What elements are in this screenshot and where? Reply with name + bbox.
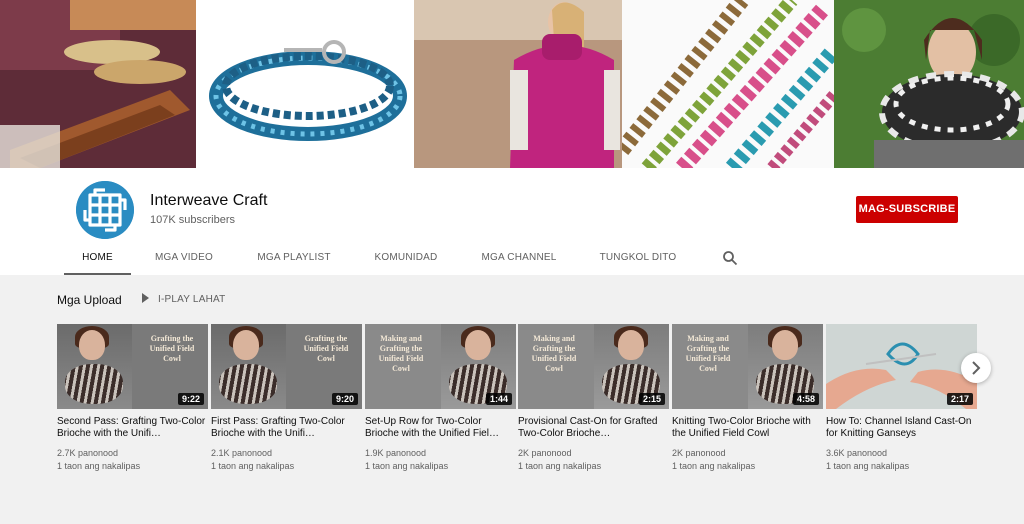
banner-image-beadwork <box>622 0 834 168</box>
video-views: 1.9K panonood <box>365 448 427 458</box>
play-all-button[interactable]: I-PLAY LAHAT <box>142 293 225 305</box>
banner-image-bracelet <box>196 0 414 168</box>
video-title[interactable]: Second Pass: Grafting Two-Color Brioche … <box>57 416 208 440</box>
video-meta: 3.6K panonood 1 taon ang nakalipas <box>826 447 977 473</box>
video-duration: 4:58 <box>792 393 819 405</box>
video-meta: 2K panonood 1 taon ang nakalipas <box>672 447 823 473</box>
thumbnail-text: Making and Grafting the Unified Field Co… <box>531 334 577 373</box>
play-icon <box>142 293 149 303</box>
video-duration: 9:20 <box>331 393 358 405</box>
video-title[interactable]: How To: Channel Island Cast-On for Knitt… <box>826 416 977 440</box>
video-meta: 2.7K panonood 1 taon ang nakalipas <box>57 447 208 473</box>
video-thumbnail[interactable]: Making and Grafting the Unified Field Co… <box>518 324 669 409</box>
weaving-illustration <box>0 0 196 168</box>
channel-banner <box>0 0 1024 168</box>
video-meta: 1.9K panonood 1 taon ang nakalipas <box>365 447 516 473</box>
tab-channels[interactable]: MGA CHANNEL <box>478 240 560 275</box>
chevron-right-icon <box>972 361 981 375</box>
tab-home[interactable]: HOME <box>64 240 131 275</box>
video-thumbnail[interactable]: Grafting the Unified Field Cowl 9:20 <box>211 324 362 409</box>
thumbnail-text: Grafting the Unified Field Cowl <box>149 334 195 363</box>
video-duration: 2:15 <box>638 393 665 405</box>
uploads-section-title[interactable]: Mga Upload <box>57 293 122 307</box>
video-age: 1 taon ang nakalipas <box>57 461 141 471</box>
thumbnail-text: Making and Grafting the Unified Field Co… <box>685 334 731 373</box>
channel-avatar[interactable] <box>76 181 134 239</box>
tab-videos[interactable]: MGA VIDEO <box>148 240 220 275</box>
cowl-illustration <box>834 0 1024 168</box>
video-title[interactable]: Provisional Cast-On for Grafted Two-Colo… <box>518 416 669 440</box>
tab-community[interactable]: KOMUNIDAD <box>370 240 442 275</box>
banner-image-cowl <box>834 0 1024 168</box>
channel-tabs: HOME MGA VIDEO MGA PLAYLIST KOMUNIDAD MG… <box>0 240 1024 275</box>
video-age: 1 taon ang nakalipas <box>518 461 602 471</box>
video-views: 3.6K panonood <box>826 448 888 458</box>
banner-image-weaving <box>0 0 196 168</box>
subscriber-count: 107K subscribers <box>150 214 235 226</box>
video-views: 2K panonood <box>518 448 572 458</box>
video-card[interactable]: Grafting the Unified Field Cowl 9:22 Sec… <box>57 324 208 473</box>
video-age: 1 taon ang nakalipas <box>211 461 295 471</box>
subscribe-button[interactable]: MAG-SUBSCRIBE <box>856 196 958 223</box>
video-views: 2.1K panonood <box>211 448 273 458</box>
video-age: 1 taon ang nakalipas <box>826 461 910 471</box>
video-duration: 1:44 <box>485 393 512 405</box>
video-meta: 2K panonood 1 taon ang nakalipas <box>518 447 669 473</box>
video-title[interactable]: Knitting Two-Color Brioche with the Unif… <box>672 416 823 440</box>
video-thumbnail[interactable]: Making and Grafting the Unified Field Co… <box>365 324 516 409</box>
video-card[interactable]: Making and Grafting the Unified Field Co… <box>518 324 669 473</box>
tab-about[interactable]: TUNGKOL DITO <box>596 240 680 275</box>
video-thumbnail[interactable]: 2:17 <box>826 324 977 409</box>
celtic-knot-icon <box>76 181 134 239</box>
video-title[interactable]: Set-Up Row for Two-Color Brioche with th… <box>365 416 516 440</box>
tab-playlists[interactable]: MGA PLAYLIST <box>252 240 336 275</box>
sweater-illustration <box>414 0 622 168</box>
channel-title[interactable]: Interweave Craft <box>150 192 267 210</box>
video-duration: 9:22 <box>177 393 204 405</box>
video-card[interactable]: 2:17 How To: Channel Island Cast-On for … <box>826 324 977 473</box>
video-views: 2.7K panonood <box>57 448 119 458</box>
video-card[interactable]: Grafting the Unified Field Cowl 9:20 Fir… <box>211 324 362 473</box>
video-age: 1 taon ang nakalipas <box>672 461 756 471</box>
bracelet-illustration <box>209 40 407 141</box>
video-thumbnail[interactable]: Making and Grafting the Unified Field Co… <box>672 324 823 409</box>
video-thumbnail[interactable]: Grafting the Unified Field Cowl 9:22 <box>57 324 208 409</box>
thumbnail-text: Making and Grafting the Unified Field Co… <box>378 334 424 373</box>
video-title[interactable]: First Pass: Grafting Two-Color Brioche w… <box>211 416 362 440</box>
play-all-label: I-PLAY LAHAT <box>158 294 226 305</box>
video-duration: 2:17 <box>946 393 973 405</box>
video-age: 1 taon ang nakalipas <box>365 461 449 471</box>
thumbnail-text: Grafting the Unified Field Cowl <box>303 334 349 363</box>
next-shelf-button[interactable] <box>961 353 991 383</box>
video-meta: 2.1K panonood 1 taon ang nakalipas <box>211 447 362 473</box>
beadwork-illustration <box>622 0 834 168</box>
video-views: 2K panonood <box>672 448 726 458</box>
video-card[interactable]: Making and Grafting the Unified Field Co… <box>672 324 823 473</box>
banner-image-sweater <box>414 0 622 168</box>
video-card[interactable]: Making and Grafting the Unified Field Co… <box>365 324 516 473</box>
search-icon[interactable] <box>722 250 738 266</box>
